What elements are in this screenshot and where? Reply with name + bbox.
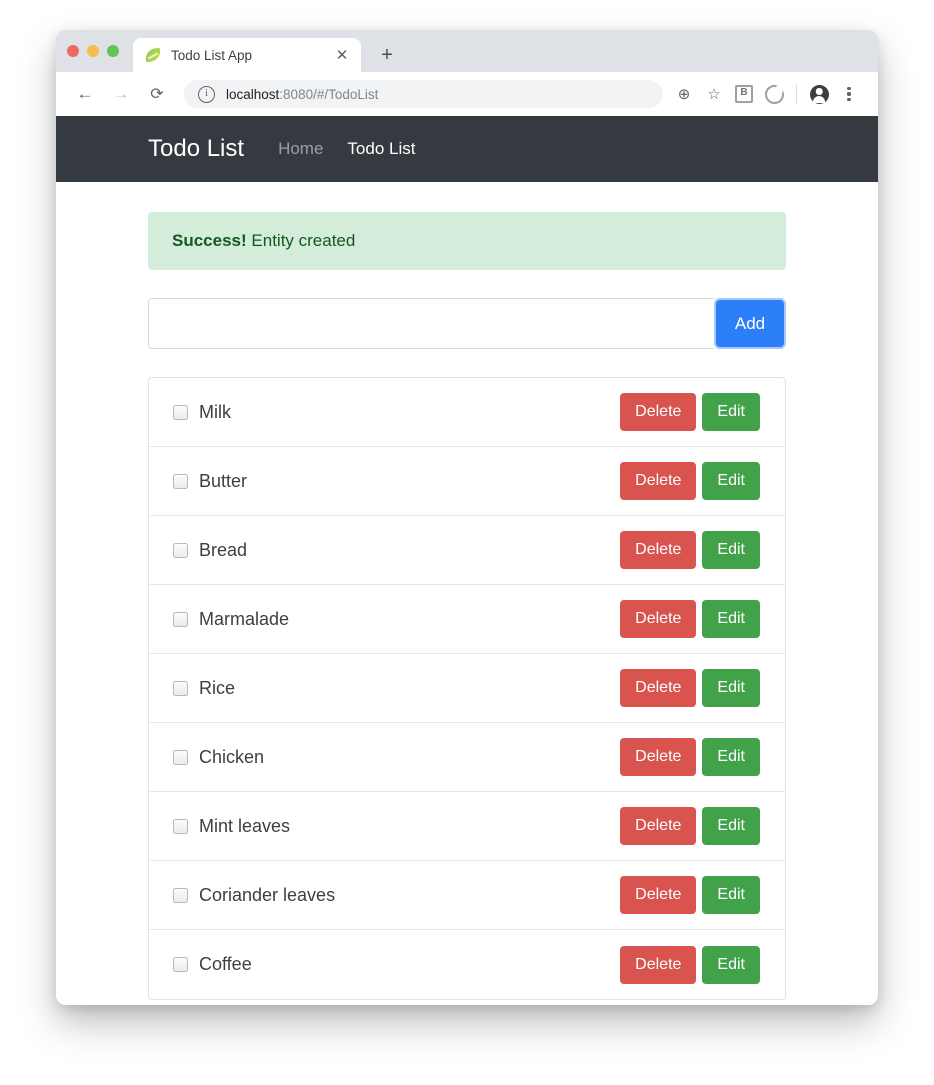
edit-button[interactable]: Edit (702, 531, 760, 569)
todo-list-item: Milk Delete Edit (149, 378, 785, 447)
delete-button[interactable]: Delete (620, 531, 697, 569)
forward-icon[interactable]: → (106, 79, 136, 109)
todo-row-actions: Delete Edit (620, 669, 760, 707)
todo-checkbox[interactable] (173, 887, 188, 903)
todo-list-item: Butter Delete Edit (149, 447, 785, 516)
todo-label: Chicken (199, 746, 265, 767)
site-info-icon[interactable]: i (198, 85, 215, 103)
url-host: localhost (226, 86, 280, 102)
todo-list: Milk Delete Edit Butter Delete Edit Bread Delet… (148, 377, 786, 1000)
todo-list-item: Bread Delete Edit (149, 516, 785, 585)
todo-checkbox[interactable] (173, 404, 188, 420)
alert-strong: Success! (172, 231, 247, 250)
edit-button[interactable]: Edit (702, 669, 760, 707)
spring-leaf-icon (143, 47, 163, 63)
todo-row-actions: Delete Edit (620, 876, 760, 914)
tab-strip: Todo List App ✕ + (56, 30, 878, 72)
close-tab-icon[interactable]: ✕ (333, 46, 351, 64)
todo-label: Butter (199, 470, 248, 491)
todo-label: Milk (199, 401, 231, 422)
todo-checkbox[interactable] (173, 749, 188, 765)
todo-row-actions: Delete Edit (620, 807, 760, 845)
close-window-button[interactable] (67, 45, 79, 57)
extension-b-icon[interactable]: B (729, 79, 759, 109)
nav-link-home[interactable]: Home (278, 139, 323, 159)
address-bar[interactable]: i localhost:8080/#/TodoList (184, 80, 663, 108)
new-tab-button[interactable]: + (373, 41, 401, 69)
todo-checkbox[interactable] (173, 818, 188, 834)
edit-button[interactable]: Edit (702, 807, 760, 845)
todo-checkbox[interactable] (173, 680, 188, 696)
todo-list-item: Coriander leaves Delete Edit (149, 861, 785, 930)
kebab-menu-icon[interactable] (834, 79, 864, 109)
edit-button[interactable]: Edit (702, 462, 760, 500)
app-navbar: Todo List Home Todo List (56, 116, 878, 182)
window-controls (67, 30, 133, 72)
zoom-in-icon[interactable]: ⊕ (669, 79, 699, 109)
todo-label: Mint leaves (199, 815, 291, 836)
delete-button[interactable]: Delete (620, 876, 697, 914)
url-path: :8080/#/TodoList (279, 86, 379, 102)
maximize-window-button[interactable] (107, 45, 119, 57)
edit-button[interactable]: Edit (702, 393, 760, 431)
back-icon[interactable]: ← (70, 79, 100, 109)
browser-toolbar: ← → ⟳ i localhost:8080/#/TodoList ⊕ ☆ B (56, 72, 878, 116)
todo-row-actions: Delete Edit (620, 393, 760, 431)
todo-row-actions: Delete Edit (620, 738, 760, 776)
delete-button[interactable]: Delete (620, 807, 697, 845)
page-container: Success! Entity created Add Milk Delete Ed… (56, 182, 878, 1000)
edit-button[interactable]: Edit (702, 876, 760, 914)
todo-list-item: Rice Delete Edit (149, 654, 785, 723)
nav-link-todo-list[interactable]: Todo List (347, 139, 415, 159)
todo-list-item: Marmalade Delete Edit (149, 585, 785, 654)
delete-button[interactable]: Delete (620, 462, 697, 500)
add-button-focus-ring: Add (714, 298, 786, 349)
delete-button[interactable]: Delete (620, 600, 697, 638)
todo-label: Coffee (199, 954, 252, 974)
add-todo-form: Add (148, 298, 786, 349)
navbar-brand[interactable]: Todo List (148, 135, 244, 163)
profile-avatar-icon[interactable] (804, 79, 834, 109)
extension-circle-icon[interactable] (759, 79, 789, 109)
todo-checkbox[interactable] (173, 542, 188, 558)
toolbar-divider (796, 84, 797, 104)
todo-label: Bread (199, 539, 248, 560)
todo-input[interactable] (148, 298, 714, 349)
bookmark-star-icon[interactable]: ☆ (699, 79, 729, 109)
delete-button[interactable]: Delete (620, 945, 697, 984)
url-text: localhost:8080/#/TodoList (226, 87, 378, 102)
todo-row-actions: Delete Edit (620, 600, 760, 638)
success-alert: Success! Entity created (148, 212, 786, 270)
todo-checkbox[interactable] (173, 611, 188, 627)
delete-button[interactable]: Delete (620, 669, 697, 707)
browser-window: Todo List App ✕ + ← → ⟳ i localhost:8080… (56, 30, 878, 1005)
edit-button[interactable]: Edit (702, 600, 760, 638)
delete-button[interactable]: Delete (620, 738, 697, 776)
minimize-window-button[interactable] (87, 45, 99, 57)
alert-message: Entity created (246, 231, 356, 250)
reload-icon[interactable]: ⟳ (142, 79, 172, 109)
todo-row-actions: Delete Edit (620, 531, 760, 569)
todo-list-item: Coffee Delete Edit (149, 930, 785, 999)
edit-button[interactable]: Edit (702, 738, 760, 776)
todo-list-item: Mint leaves Delete Edit (149, 792, 785, 861)
todo-label: Rice (199, 677, 236, 698)
todo-label: Coriander leaves (199, 884, 336, 905)
todo-row-actions: Delete Edit (620, 945, 760, 984)
browser-tab[interactable]: Todo List App ✕ (133, 38, 361, 72)
add-button[interactable]: Add (716, 300, 784, 347)
todo-list-item: Chicken Delete Edit (149, 723, 785, 792)
todo-checkbox[interactable] (173, 473, 188, 489)
todo-label: Marmalade (199, 608, 290, 629)
delete-button[interactable]: Delete (620, 393, 697, 431)
todo-checkbox[interactable] (173, 957, 188, 972)
todo-row-actions: Delete Edit (620, 462, 760, 500)
edit-button[interactable]: Edit (702, 945, 760, 984)
toolbar-icons: ⊕ ☆ B (669, 79, 864, 109)
page-viewport: Todo List Home Todo List Success! Entity… (56, 116, 878, 1005)
tab-title: Todo List App (171, 47, 253, 63)
